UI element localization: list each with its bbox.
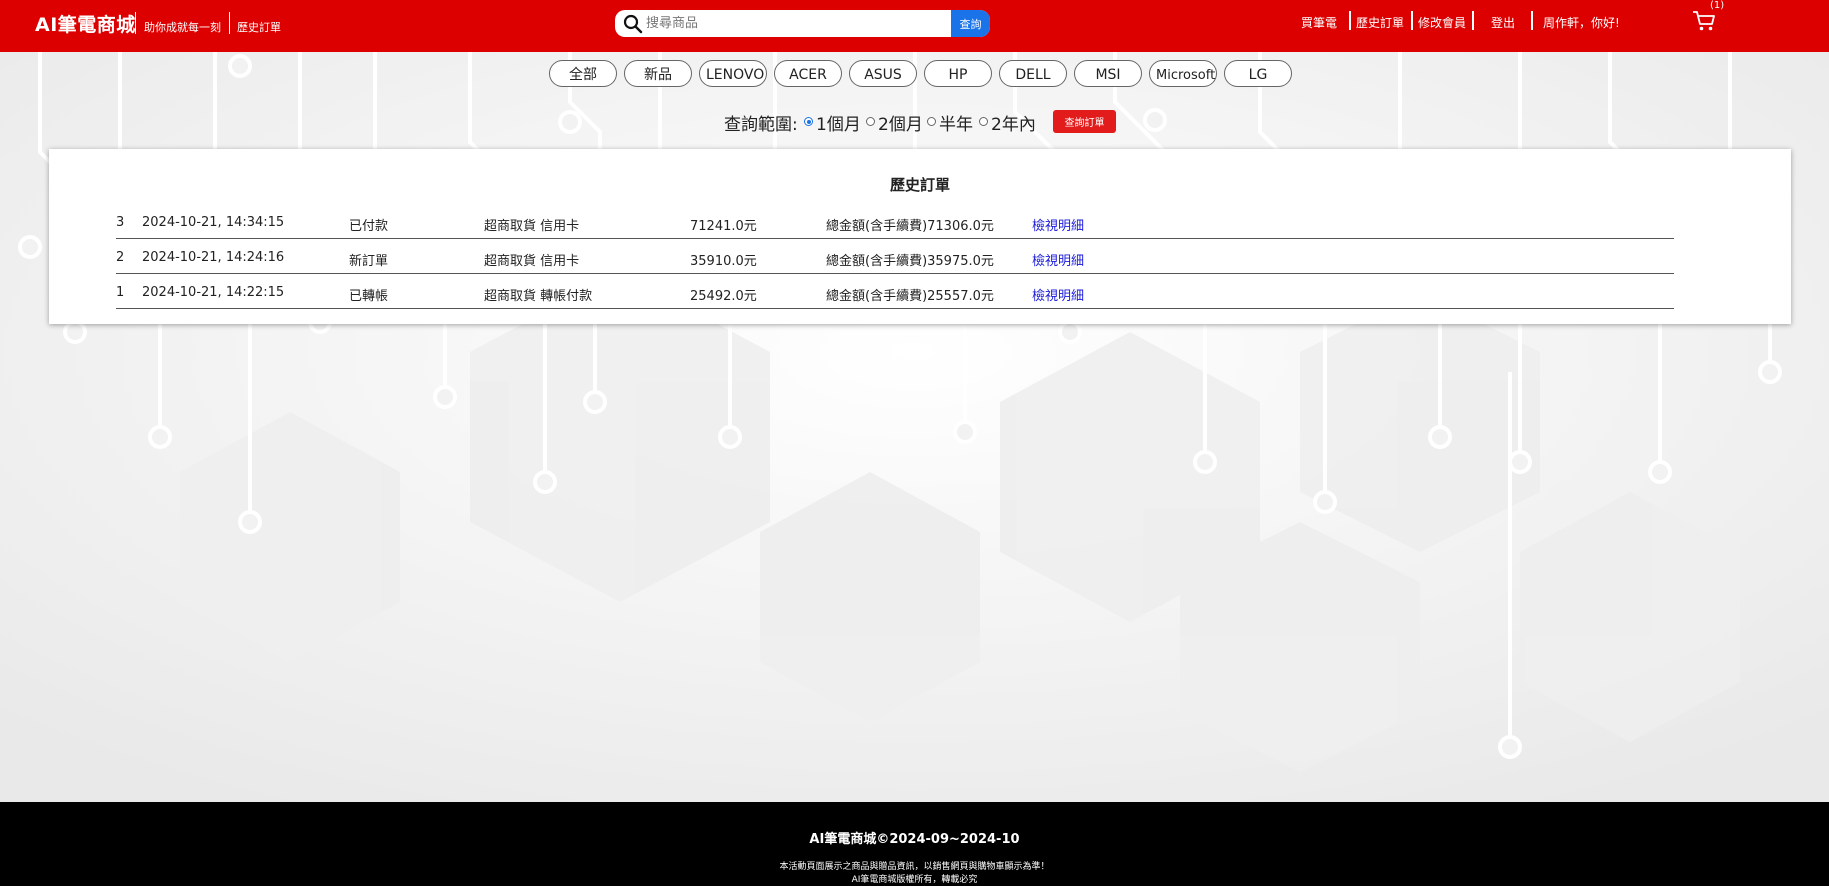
footer-title: AI筆電商城©2024-09~2024-10 <box>809 832 1020 847</box>
category-microsoft[interactable]: Microsoft <box>1149 60 1217 87</box>
query-orders-button[interactable]: 查詢訂單 <box>1053 110 1116 133</box>
range-radio-half-year[interactable] <box>927 117 936 126</box>
order-total: 總金額(含手續費)71306.0元 <box>826 219 994 234</box>
top-nav-bar: AI筆電商城 助你成就每一刻 歷史訂單 查詢 買筆電 歷史訂單 修改會員 登出 … <box>0 0 1829 52</box>
search-icon <box>623 14 643 34</box>
orders-panel: 歷史訂單 3 2024-10-21, 14:34:15 已付款 超商取貨 信用卡… <box>49 149 1791 324</box>
order-total: 總金額(含手續費)35975.0元 <box>826 254 994 269</box>
tagline: 助你成就每一刻 <box>144 21 221 34</box>
order-status: 已付款 <box>349 219 389 234</box>
range-option-label: 2個月 <box>878 115 923 135</box>
divider <box>135 12 136 34</box>
range-option-label: 2年內 <box>991 115 1036 135</box>
divider <box>1411 11 1413 30</box>
view-detail-link[interactable]: 檢視明細 <box>1032 285 1084 304</box>
cart-icon[interactable] <box>1692 10 1716 32</box>
category-acer[interactable]: ACER <box>774 60 842 87</box>
view-detail-link[interactable]: 檢視明細 <box>1032 215 1084 234</box>
category-asus[interactable]: ASUS <box>849 60 917 87</box>
order-datetime: 2024-10-21, 14:34:15 <box>142 215 285 230</box>
range-option-label: 1個月 <box>816 115 861 135</box>
search-input[interactable] <box>646 10 946 37</box>
divider <box>1531 11 1533 30</box>
category-lg[interactable]: LG <box>1224 60 1292 87</box>
view-detail-link[interactable]: 檢視明細 <box>1032 250 1084 269</box>
order-delivery-payment: 超商取貨 信用卡 <box>484 254 580 269</box>
order-datetime: 2024-10-21, 14:22:15 <box>142 285 285 300</box>
range-radio-2-years[interactable] <box>979 117 988 126</box>
order-amount: 25492.0元 <box>690 289 757 304</box>
search-button[interactable]: 查詢 <box>951 10 990 37</box>
range-radio-2-months[interactable] <box>866 117 875 126</box>
order-amount: 35910.0元 <box>690 254 757 269</box>
divider <box>1472 11 1474 30</box>
order-amount: 71241.0元 <box>690 219 757 234</box>
category-lenovo[interactable]: LENOVO <box>699 60 767 87</box>
table-row: 2 2024-10-21, 14:24:16 新訂單 超商取貨 信用卡 3591… <box>116 239 1674 274</box>
order-datetime: 2024-10-21, 14:24:16 <box>142 250 285 265</box>
search-box: 查詢 <box>615 10 990 37</box>
category-hp[interactable]: HP <box>924 60 992 87</box>
nav-logout[interactable]: 登出 <box>1491 14 1515 31</box>
user-greeting: 周作軒，你好! <box>1543 16 1620 30</box>
order-number: 2 <box>116 250 125 265</box>
nav-history-orders[interactable]: 歷史訂單 <box>1356 14 1404 31</box>
footer-copyright: AI筆電商城版權所有，轉載必究 <box>851 875 978 885</box>
footer: AI筆電商城©2024-09~2024-10 本活動頁面展示之商品與贈品資訊，以… <box>0 802 1829 886</box>
footer-notice: 本活動頁面展示之商品與贈品資訊，以銷售網頁與購物車顯示為準！ <box>779 862 1050 872</box>
order-number: 3 <box>116 215 125 230</box>
nav-buy-laptop[interactable]: 買筆電 <box>1301 14 1337 31</box>
history-orders-link[interactable]: 歷史訂單 <box>237 19 281 35</box>
orders-title: 歷史訂單 <box>889 176 950 194</box>
divider <box>229 12 230 34</box>
range-radio-1-month[interactable] <box>804 117 813 126</box>
nav-edit-member[interactable]: 修改會員 <box>1418 14 1466 31</box>
order-status: 已轉帳 <box>349 289 389 304</box>
category-dell[interactable]: DELL <box>999 60 1067 87</box>
range-option-label: 半年 <box>939 115 973 135</box>
category-all[interactable]: 全部 <box>549 60 617 87</box>
brand-logo[interactable]: AI筆電商城 <box>35 10 136 37</box>
order-delivery-payment: 超商取貨 轉帳付款 <box>484 289 593 304</box>
order-delivery-payment: 超商取貨 信用卡 <box>484 219 580 234</box>
table-row: 3 2024-10-21, 14:34:15 已付款 超商取貨 信用卡 7124… <box>116 204 1674 239</box>
table-row: 1 2024-10-21, 14:22:15 已轉帳 超商取貨 轉帳付款 254… <box>116 274 1674 309</box>
category-new[interactable]: 新品 <box>624 60 692 87</box>
order-status: 新訂單 <box>349 254 389 269</box>
divider <box>1349 11 1351 30</box>
cart-count-badge: (1) <box>1710 0 1725 11</box>
category-msi[interactable]: MSI <box>1074 60 1142 87</box>
order-total: 總金額(含手續費)25557.0元 <box>826 289 994 304</box>
order-number: 1 <box>116 285 125 300</box>
query-range-label: 查詢範圍: <box>724 115 798 135</box>
